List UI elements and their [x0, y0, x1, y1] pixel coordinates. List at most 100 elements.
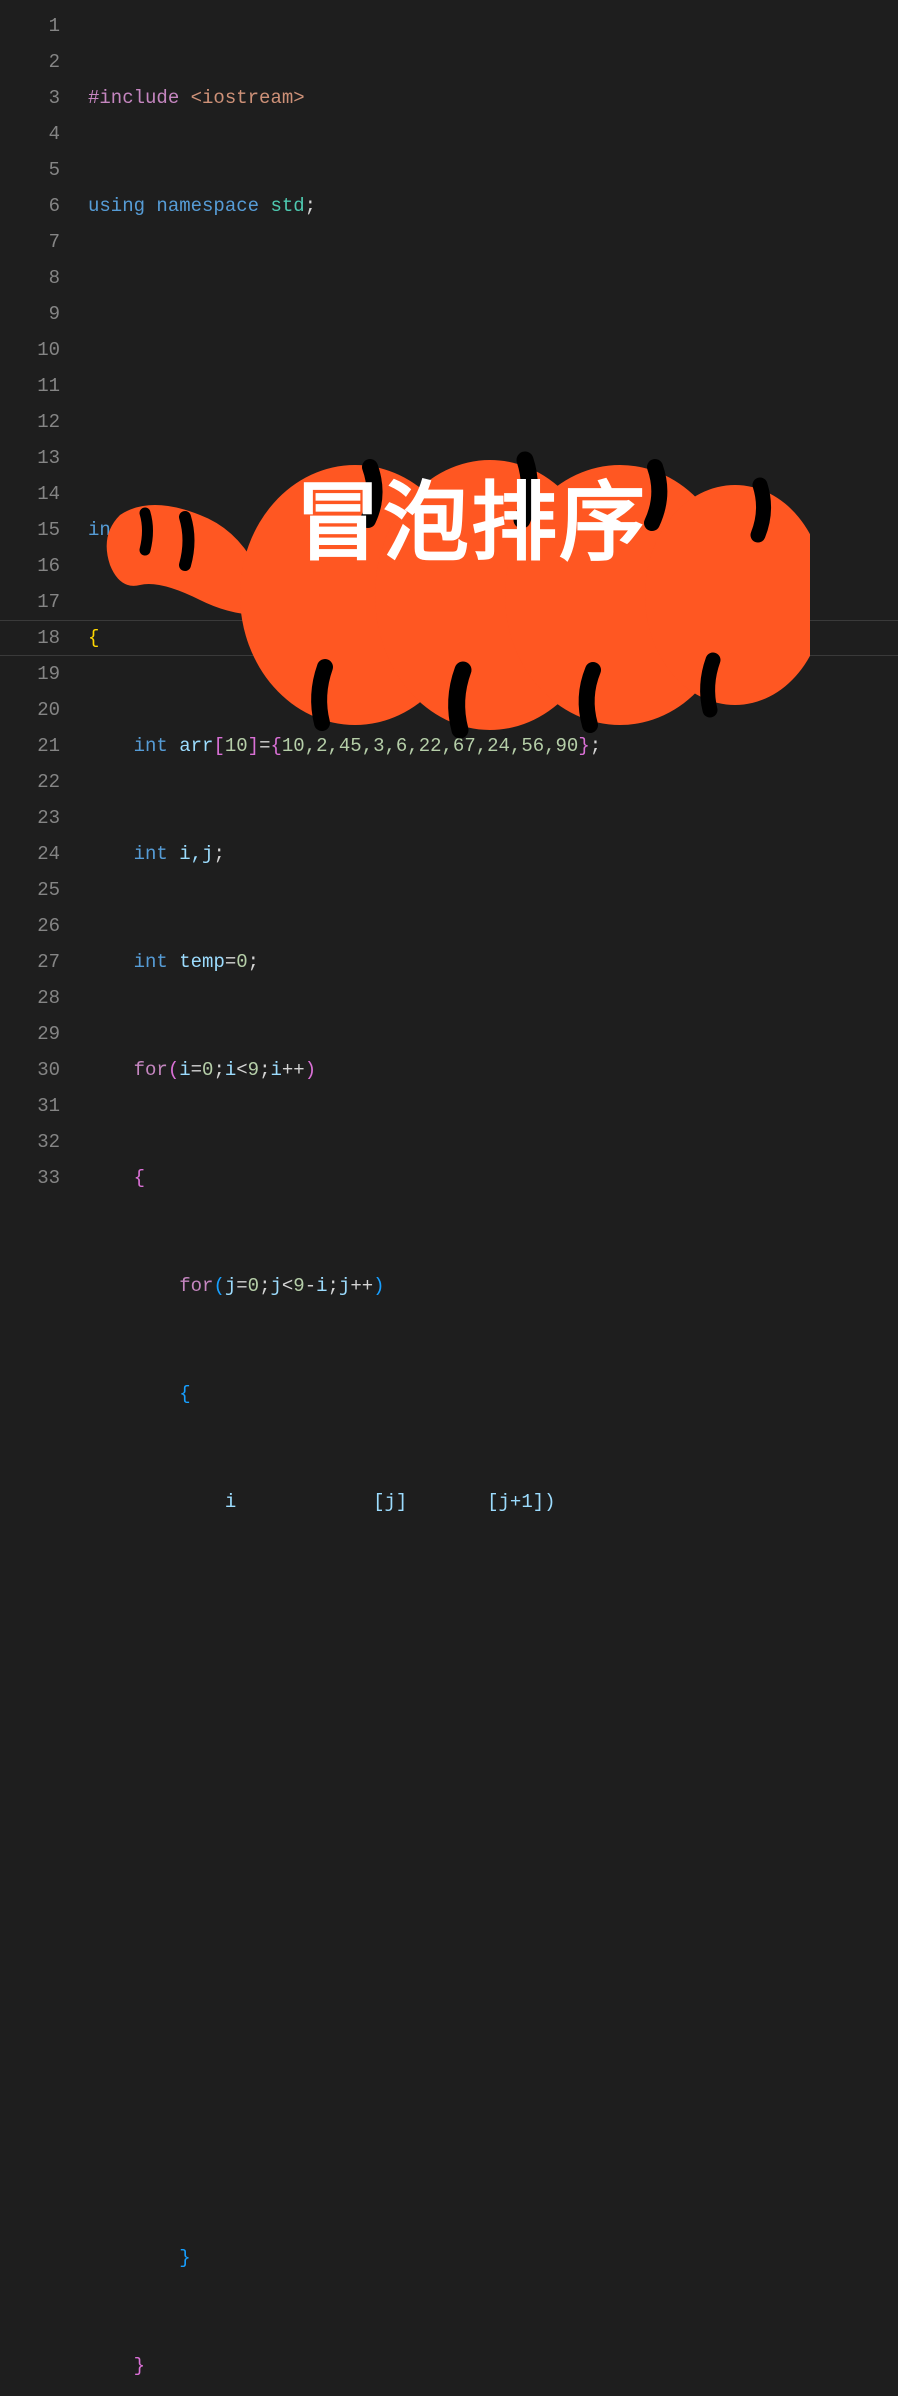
code-line[interactable]: { [88, 1160, 898, 1196]
brace: { [270, 735, 281, 757]
line-number: 18 [0, 620, 60, 656]
code-line[interactable]: int temp=0; [88, 944, 898, 980]
paren: ) [373, 1275, 384, 1297]
line-number: 3 [0, 80, 60, 116]
num: 9 [248, 1059, 259, 1081]
line-number: 20 [0, 692, 60, 728]
code-line[interactable] [88, 404, 898, 440]
line-number: 22 [0, 764, 60, 800]
code-line[interactable]: using namespace std; [88, 188, 898, 224]
code-line[interactable]: { [88, 620, 898, 656]
num: 0 [248, 1275, 259, 1297]
semi: ; [259, 1059, 270, 1081]
brace-open: { [134, 1167, 145, 1189]
code-line[interactable]: int main() [88, 512, 898, 548]
op: < [282, 1275, 293, 1297]
line-number: 5 [0, 152, 60, 188]
op: ++ [350, 1275, 373, 1297]
line-number: 32 [0, 1124, 60, 1160]
partial-code: [j+1]) [487, 1491, 555, 1513]
code-line[interactable]: } [88, 2348, 898, 2384]
code-line[interactable] [88, 2024, 898, 2060]
code-line[interactable]: } [88, 2240, 898, 2276]
number: 10 [225, 735, 248, 757]
array-values: 10,2,45,3,6,22,67,24,56,90 [282, 735, 578, 757]
line-number-gutter: 1 2 3 4 5 6 7 8 9 10 11 12 13 14 15 16 1… [0, 0, 88, 1198]
line-number: 1 [0, 8, 60, 44]
semicolon: ; [305, 195, 316, 217]
code-line[interactable]: i [j] [j+1]) [88, 1484, 898, 1520]
var: i [270, 1059, 281, 1081]
paren: ( [213, 1275, 224, 1297]
op: ++ [282, 1059, 305, 1081]
code-line[interactable]: #include <iostream> [88, 80, 898, 116]
operator: = [225, 951, 236, 973]
line-number: 24 [0, 836, 60, 872]
variables: i,j [179, 843, 213, 865]
variable: arr [179, 735, 213, 757]
brace-open: { [88, 627, 99, 649]
code-line[interactable] [88, 1916, 898, 1952]
line-number: 28 [0, 980, 60, 1016]
line-number: 11 [0, 368, 60, 404]
line-number: 4 [0, 116, 60, 152]
line-number: 21 [0, 728, 60, 764]
semi: ; [328, 1275, 339, 1297]
line-number: 12 [0, 404, 60, 440]
code-line[interactable] [88, 1808, 898, 1844]
line-number: 25 [0, 872, 60, 908]
code-line[interactable] [88, 1700, 898, 1736]
code-line[interactable]: for(j=0;j<9-i;j++) [88, 1268, 898, 1304]
line-number: 27 [0, 944, 60, 980]
var: i [316, 1275, 327, 1297]
line-number: 33 [0, 1160, 60, 1196]
paren: ) [305, 1059, 316, 1081]
line-number: 16 [0, 548, 60, 584]
line-number: 29 [0, 1016, 60, 1052]
semicolon: ; [213, 843, 224, 865]
line-number: 9 [0, 296, 60, 332]
paren: ( [168, 1059, 179, 1081]
line-number: 26 [0, 908, 60, 944]
line-number: 30 [0, 1052, 60, 1088]
brace: } [578, 735, 589, 757]
code-line[interactable] [88, 296, 898, 332]
variable: temp [179, 951, 225, 973]
semi: ; [213, 1059, 224, 1081]
code-line[interactable]: { [88, 1376, 898, 1412]
line-number: 10 [0, 332, 60, 368]
line-number: 6 [0, 188, 60, 224]
code-editor[interactable]: 1 2 3 4 5 6 7 8 9 10 11 12 13 14 15 16 1… [0, 0, 898, 1198]
code-line[interactable] [88, 2132, 898, 2168]
keyword: namespace [156, 195, 259, 217]
keyword: int [134, 735, 168, 757]
code-line[interactable]: int arr[10]={10,2,45,3,6,22,67,24,56,90}… [88, 728, 898, 764]
op: - [305, 1275, 316, 1297]
brace-open: { [179, 1383, 190, 1405]
line-number: 19 [0, 656, 60, 692]
code-content[interactable]: #include <iostream> using namespace std;… [88, 0, 898, 1198]
keyword: int [88, 519, 122, 541]
keyword: using [88, 195, 145, 217]
var: j [225, 1275, 236, 1297]
op: = [236, 1275, 247, 1297]
brace-close: } [134, 2355, 145, 2377]
num: 9 [293, 1275, 304, 1297]
line-number: 17 [0, 584, 60, 620]
semicolon: ; [248, 951, 259, 973]
function-name: main [134, 519, 180, 541]
line-number: 15 [0, 512, 60, 548]
brace-close: } [179, 2247, 190, 2269]
line-number: 13 [0, 440, 60, 476]
keyword: int [134, 843, 168, 865]
code-line[interactable]: for(i=0;i<9;i++) [88, 1052, 898, 1088]
operator: = [259, 735, 270, 757]
preprocessor: #include [88, 87, 179, 109]
code-line[interactable]: int i,j; [88, 836, 898, 872]
op: = [191, 1059, 202, 1081]
namespace: std [270, 195, 304, 217]
code-line[interactable] [88, 1592, 898, 1628]
keyword-for: for [179, 1275, 213, 1297]
bracket: ] [248, 735, 259, 757]
parentheses: () [179, 519, 202, 541]
